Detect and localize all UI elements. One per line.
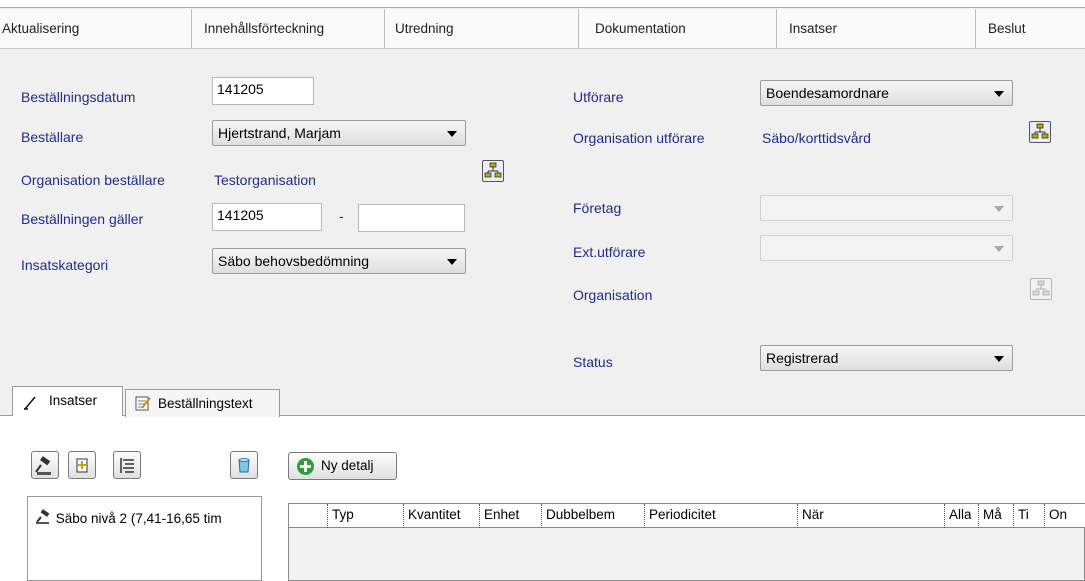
column-header-dubbelbem[interactable]: Dubbelbem — [541, 504, 644, 528]
insatskategori-label: Insatskategori — [21, 257, 109, 273]
utforare-value: Boendesamordnare — [766, 85, 889, 101]
tab-utredning[interactable]: Utredning — [385, 9, 579, 49]
column-header-typ[interactable]: Typ — [327, 504, 403, 528]
org-bestallare-label: Organisation beställare — [21, 172, 165, 188]
column-header-kvantitet[interactable]: Kvantitet — [403, 504, 479, 528]
organisation-label: Organisation — [573, 287, 653, 303]
foretag-dropdown[interactable] — [760, 195, 1013, 221]
tab-aktualisering[interactable]: Aktualisering — [0, 9, 192, 49]
gavel-icon — [36, 509, 50, 524]
bestallningsdatum-label: Beställningsdatum — [21, 89, 136, 105]
tab-dokumentation[interactable]: Dokumentation — [579, 9, 777, 49]
column-header-on[interactable]: On — [1044, 504, 1085, 528]
subtab-bestallningstext-label: Beställningstext — [158, 396, 253, 411]
ny-detalj-button[interactable]: Ny detalj — [288, 452, 397, 480]
org-chart-icon — [1031, 123, 1049, 139]
window-top-border — [0, 0, 1085, 8]
subtab-insatser-label: Insatser — [49, 393, 98, 408]
column-header-ma[interactable]: Må — [978, 504, 1013, 528]
pen-icon — [24, 396, 36, 410]
status-value: Registrerad — [766, 350, 839, 366]
bestallningsdatum-field[interactable]: 141205 — [212, 77, 314, 105]
tab-insatser[interactable]: Insatser — [777, 9, 976, 49]
insatser-tree[interactable]: Säbo nivå 2 (7,41-16,65 tim — [27, 496, 262, 581]
recycle-bin-icon — [238, 458, 250, 473]
status-label: Status — [573, 354, 613, 370]
chevron-down-icon — [447, 259, 457, 265]
ext-utforare-dropdown[interactable] — [760, 235, 1013, 261]
ext-utforare-label: Ext.utförare — [573, 244, 646, 260]
org-bestallare-button[interactable] — [482, 160, 504, 182]
add-item-button[interactable] — [68, 451, 96, 479]
notepad-pencil-icon — [135, 396, 151, 411]
insatskategori-value: Säbo behovsbedömning — [218, 253, 370, 269]
org-bestallare-value: Testorganisation — [214, 172, 316, 188]
chevron-down-icon — [994, 91, 1004, 97]
foretag-label: Företag — [573, 200, 622, 216]
org-utforare-label: Organisation utförare — [573, 130, 705, 146]
insatskategori-dropdown[interactable]: Säbo behovsbedömning — [212, 248, 466, 274]
add-document-icon — [76, 458, 88, 473]
column-header-alla[interactable]: Alla — [944, 504, 978, 528]
org-chart-icon — [484, 162, 502, 178]
org-utforare-value: Säbo/korttidsvård — [762, 130, 871, 146]
utforare-label: Utförare — [573, 89, 624, 105]
delete-button[interactable] — [230, 451, 258, 479]
tab-beslut[interactable]: Beslut — [976, 9, 1085, 49]
chevron-down-icon — [447, 131, 457, 137]
gavel-icon — [35, 456, 51, 475]
grid-row-header-cell — [289, 504, 327, 528]
column-header-periodicitet[interactable]: Periodicitet — [644, 504, 797, 528]
org-utforare-button[interactable] — [1029, 121, 1051, 143]
status-dropdown[interactable]: Registrerad — [760, 345, 1013, 371]
date-range-separator: - — [339, 208, 344, 224]
column-header-nar[interactable]: När — [797, 504, 944, 528]
column-header-ti[interactable]: Ti — [1013, 504, 1044, 528]
bestallare-dropdown[interactable]: Hjertstrand, Marjam — [212, 120, 466, 146]
chevron-down-icon — [994, 246, 1004, 252]
tree-item[interactable]: Säbo nivå 2 (7,41-16,65 tim — [34, 509, 222, 526]
gavel-button[interactable] — [31, 451, 59, 479]
bestallare-label: Beställare — [21, 129, 84, 145]
list-button[interactable] — [113, 451, 141, 479]
subtab-insatser[interactable]: Insatser — [12, 386, 123, 416]
column-header-enhet[interactable]: Enhet — [479, 504, 541, 528]
org-chart-icon — [1032, 280, 1050, 296]
utforare-dropdown[interactable]: Boendesamordnare — [760, 80, 1013, 106]
subtab-bestallningstext[interactable]: Beställningstext — [125, 389, 280, 417]
bestallningen-galler-label: Beställningen gäller — [21, 211, 144, 227]
add-circle-icon — [297, 458, 314, 475]
ny-detalj-label: Ny detalj — [321, 458, 374, 473]
list-indent-icon — [120, 458, 134, 473]
grid-header: Typ Kvantitet Enhet Dubbelbem Periodicit… — [289, 504, 1085, 528]
chevron-down-icon — [994, 206, 1004, 212]
galler-from-field[interactable]: 141205 — [212, 203, 322, 231]
tree-item-label: Säbo nivå 2 (7,41-16,65 tim — [55, 511, 222, 526]
detail-grid[interactable]: Typ Kvantitet Enhet Dubbelbem Periodicit… — [288, 503, 1085, 581]
chevron-down-icon — [994, 356, 1004, 362]
galler-to-field[interactable] — [358, 204, 465, 232]
tab-innehallsforteckning[interactable]: Innehållsförteckning — [192, 9, 385, 49]
top-tab-bar: Aktualisering Innehållsförteckning Utred… — [0, 9, 1085, 49]
bestallare-value: Hjertstrand, Marjam — [218, 125, 341, 141]
organisation-button[interactable] — [1030, 278, 1052, 300]
